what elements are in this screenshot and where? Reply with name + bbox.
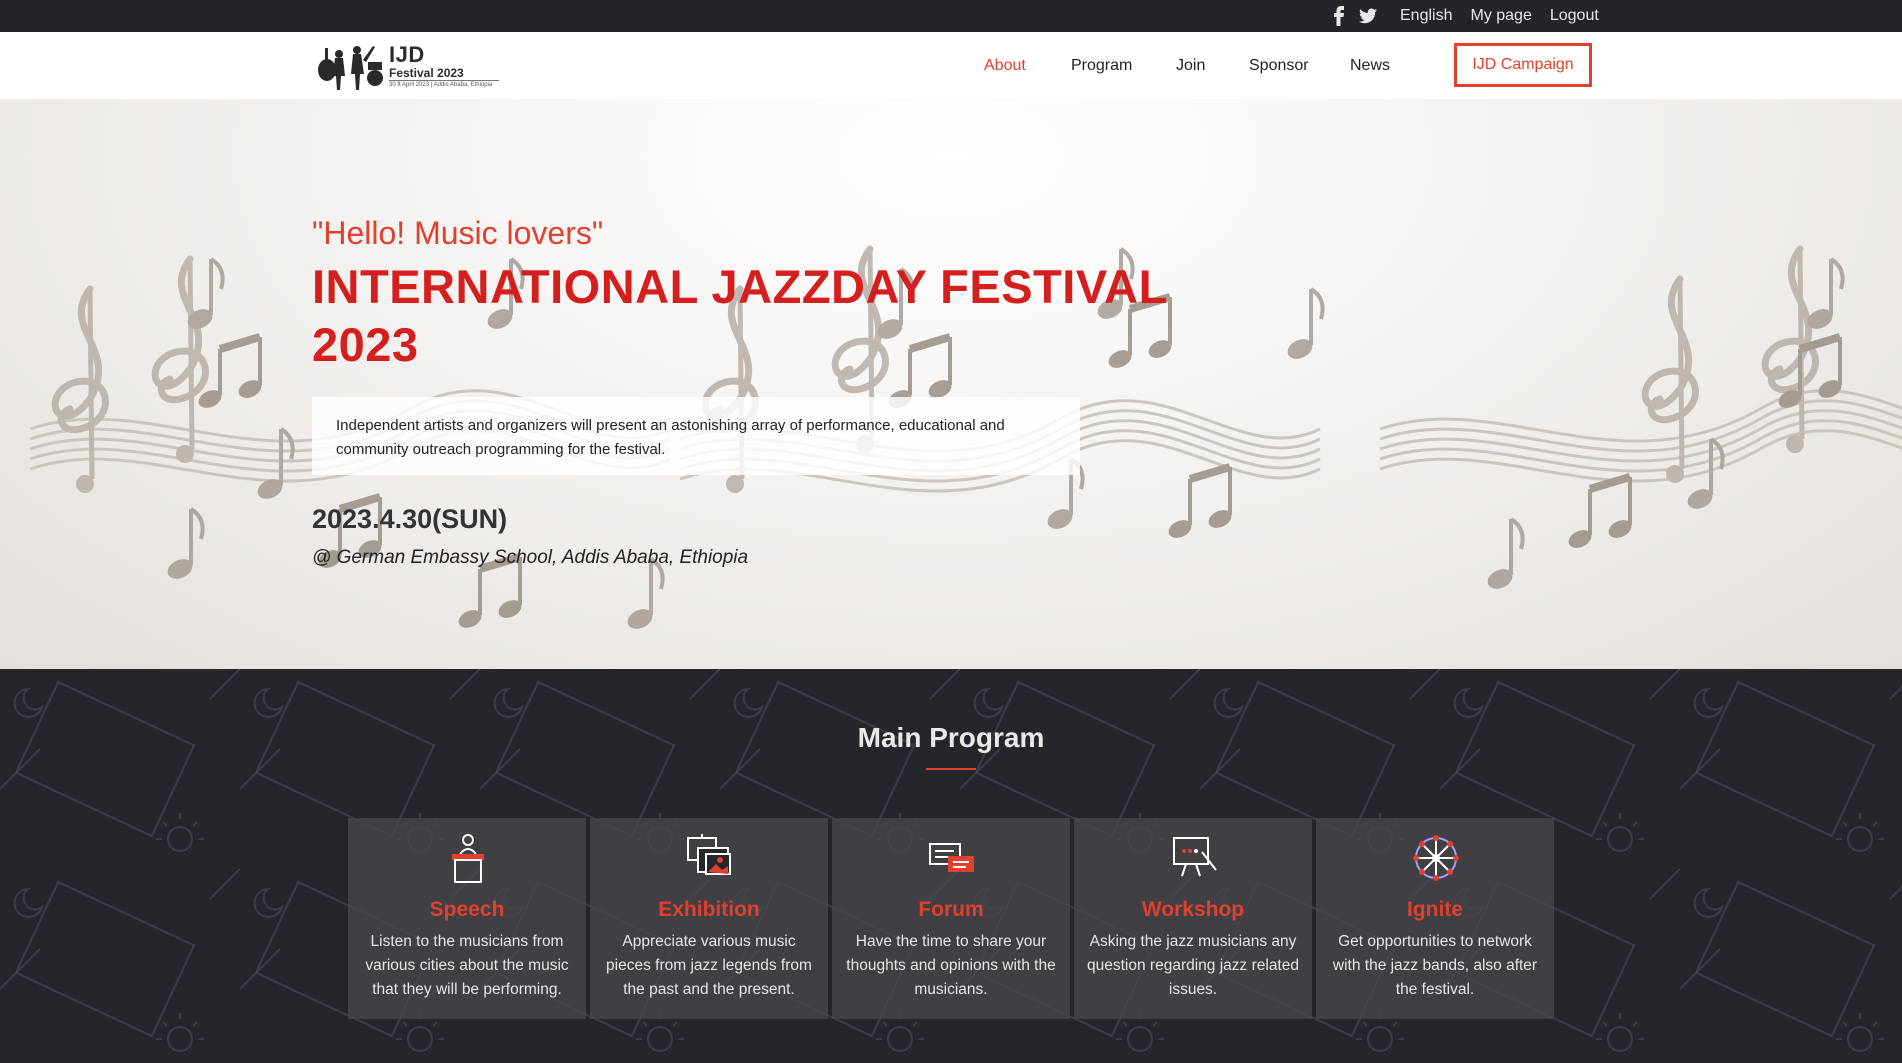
music-notes-background <box>28 99 1902 669</box>
logo-tagline: 30 ft April 2023 | Addis Ababa, Ethiopia <box>389 80 499 88</box>
heading-underline <box>926 768 976 770</box>
card-title: Ignite <box>1407 898 1463 921</box>
hero-greeting: "Hello! Music lovers" <box>312 215 604 251</box>
card-text: Have the time to share your thoughts and… <box>846 933 1056 998</box>
chat-bubbles-icon <box>929 843 974 872</box>
card-text: Asking the jazz musicians any question r… <box>1087 933 1299 998</box>
program-cards: Speech Listen to the musicians from vari… <box>348 818 1556 1019</box>
hero-banner: "Hello! Music lovers" INTERNATIONAL JAZZ… <box>0 99 1902 669</box>
hero-description: Independent artists and organizers will … <box>336 417 1005 458</box>
podium-speaker-icon <box>452 834 484 883</box>
logout-link[interactable]: Logout <box>1550 7 1599 25</box>
program-card-workshop[interactable]: Workshop Asking the jazz musicians any q… <box>1074 818 1312 1019</box>
nav-news[interactable]: News <box>1350 57 1390 75</box>
main-program-section: Main Program Speech Listen to the musici… <box>0 669 1902 1063</box>
card-title: Exhibition <box>658 898 760 921</box>
program-card-exhibition[interactable]: Exhibition Appreciate various music piec… <box>590 818 828 1019</box>
ijd-campaign-button[interactable]: IJD Campaign <box>1454 43 1592 87</box>
logo-subtitle: Festival 2023 <box>389 66 464 80</box>
nav-sponsor[interactable]: Sponsor <box>1249 57 1309 75</box>
nav-program[interactable]: Program <box>1071 57 1132 75</box>
program-card-ignite[interactable]: Ignite Get opportunities to network with… <box>1316 818 1554 1019</box>
social-links <box>1333 6 1377 26</box>
program-card-speech[interactable]: Speech Listen to the musicians from vari… <box>348 818 586 1019</box>
card-text: Appreciate various music pieces from jaz… <box>606 933 812 998</box>
language-link[interactable]: English <box>1400 7 1452 25</box>
presentation-board-icon <box>1173 837 1217 877</box>
site-logo[interactable]: IJD Festival 2023 30 ft April 2023 | Add… <box>313 40 503 92</box>
musicians-silhouette-icon <box>318 46 383 90</box>
top-bar: English My page Logout <box>0 0 1902 32</box>
facebook-icon[interactable] <box>1333 6 1345 26</box>
card-title: Workshop <box>1141 898 1245 921</box>
program-card-forum[interactable]: Forum Have the time to share your though… <box>832 818 1070 1019</box>
hero-description-box: Independent artists and organizers will … <box>312 397 1080 475</box>
nav-join[interactable]: Join <box>1176 57 1205 75</box>
main-header: IJD Festival 2023 30 ft April 2023 | Add… <box>0 32 1902 99</box>
mypage-link[interactable]: My page <box>1470 7 1531 25</box>
card-text: Get opportunities to network with the ja… <box>1332 933 1538 998</box>
event-venue: @ German Embassy School, Addis Ababa, Et… <box>312 547 749 568</box>
gallery-frames-icon <box>687 834 731 875</box>
card-title: Speech <box>429 898 505 921</box>
event-date: 2023.4.30(SUN) <box>312 504 508 534</box>
nav-about[interactable]: About <box>984 57 1026 75</box>
card-text: Listen to the musicians from various cit… <box>365 933 569 998</box>
top-links: English My page Logout <box>1400 0 1599 32</box>
twitter-icon[interactable] <box>1359 6 1377 26</box>
card-title: Forum <box>918 898 984 921</box>
section-heading: Main Program <box>857 722 1045 753</box>
hero-title: INTERNATIONAL JAZZDAY FESTIVAL 2023 <box>312 260 1167 371</box>
network-wheel-icon <box>1413 835 1459 881</box>
logo-title: IJD <box>389 42 425 67</box>
